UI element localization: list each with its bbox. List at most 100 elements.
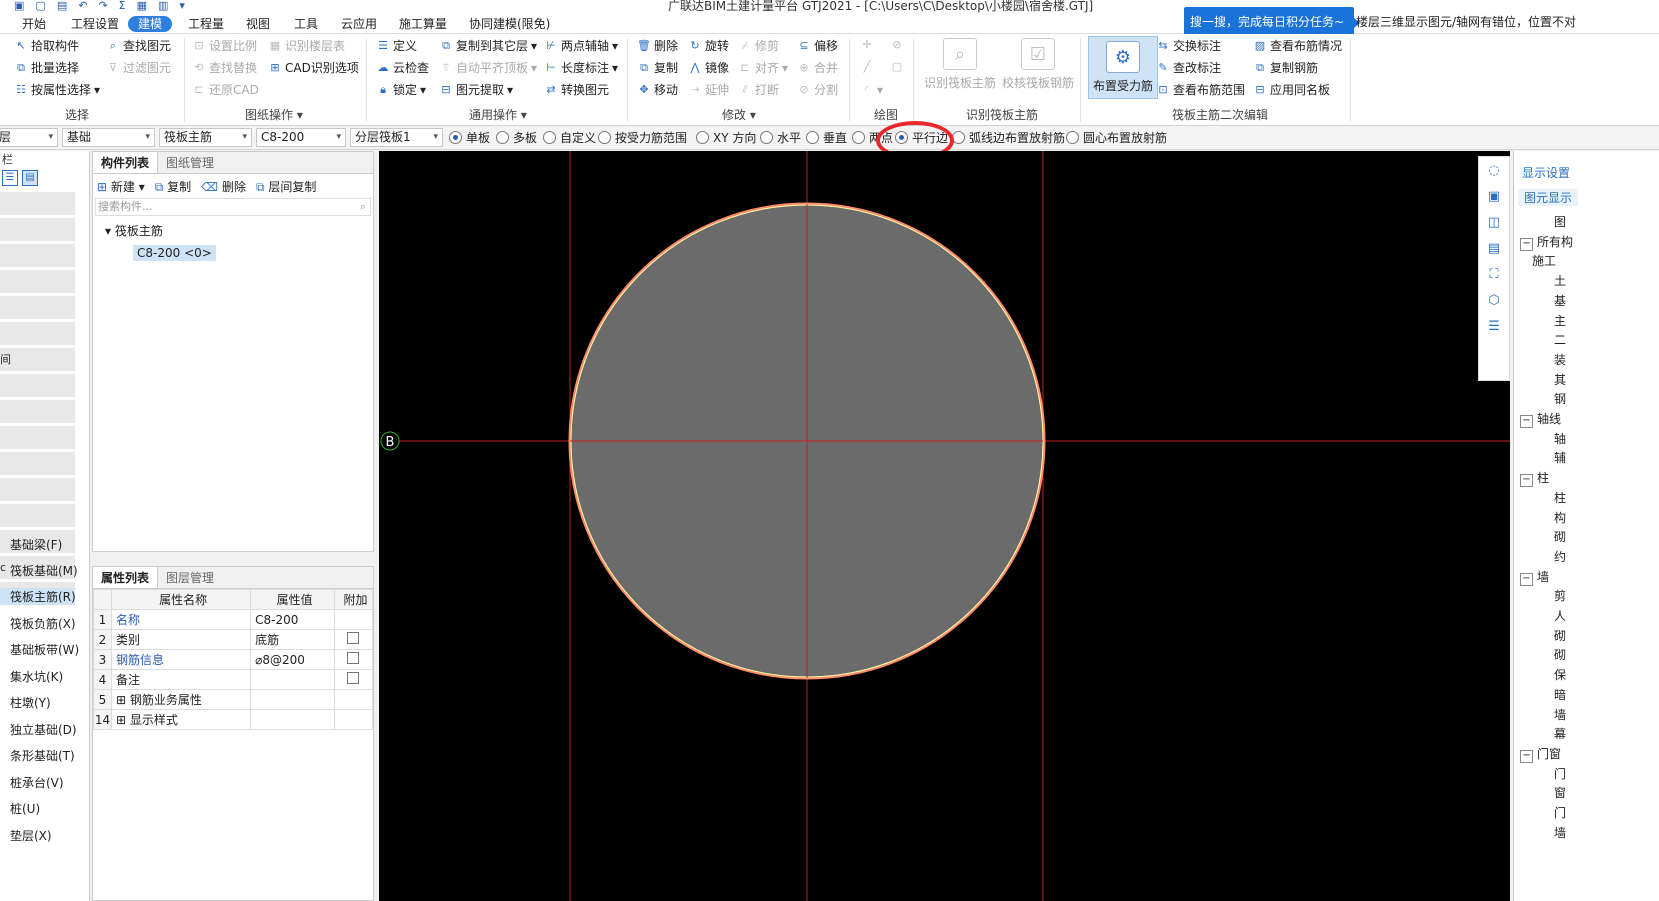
- detail-view-icon[interactable]: ▤: [22, 170, 38, 186]
- display-tree-item[interactable]: 砌: [1554, 528, 1566, 545]
- display-tree-item[interactable]: 暗: [1554, 686, 1566, 703]
- menu-start[interactable]: 开始: [22, 16, 46, 32]
- merge-button[interactable]: ⊕ 合并: [797, 60, 838, 76]
- prop-group[interactable]: ⊞ 钢筋业务属性: [110, 689, 252, 710]
- display-tree-item[interactable]: 图: [1554, 213, 1566, 230]
- convert-element-button[interactable]: ⇄ 转换图元: [544, 82, 609, 98]
- display-tree-item[interactable]: 施工: [1532, 252, 1556, 269]
- split-button[interactable]: ⊘ 分割: [797, 82, 838, 98]
- nav-item-collapsed[interactable]: [0, 192, 75, 215]
- trim-button[interactable]: ⌿ 修剪: [738, 38, 779, 54]
- draw-rect-button[interactable]: ▢: [890, 60, 904, 74]
- tab-component-list[interactable]: 构件列表: [93, 152, 159, 173]
- nav-column-pier[interactable]: 柱墩(Y): [10, 694, 51, 711]
- draw-line-button[interactable]: ╱: [860, 60, 874, 74]
- draw-arc-button[interactable]: ◜ ▾: [860, 82, 883, 98]
- select-by-attr-button[interactable]: ☷ 按属性选择 ▾: [14, 82, 100, 98]
- display-tree-item[interactable]: 约: [1554, 548, 1566, 565]
- component-type-select[interactable]: 筏板主筋: [159, 128, 252, 147]
- batch-select-button[interactable]: ⧉ 批量选择: [14, 60, 79, 76]
- mirror-button[interactable]: ⋀ 镜像: [688, 60, 729, 76]
- delete-button[interactable]: 🗑︎ 删除: [637, 38, 678, 54]
- box-view-icon[interactable]: ⬡: [1479, 287, 1509, 313]
- extend-button[interactable]: ⇢ 延伸: [688, 82, 729, 98]
- display-tree-item[interactable]: 保: [1554, 666, 1566, 683]
- expand-icon[interactable]: ⊞: [116, 693, 126, 707]
- check-raft-rebar-button[interactable]: ☑ 校核筏板钢筋: [1002, 38, 1074, 91]
- prop-group[interactable]: ⊞ 显示样式: [110, 709, 252, 730]
- table-row[interactable]: 3 钢筋信息 ⌀8@200: [93, 649, 373, 670]
- length-dimension-button[interactable]: ⊢ 长度标注 ▾: [544, 60, 618, 76]
- raft-layer-select[interactable]: 分层筏板1: [350, 128, 443, 147]
- display-tree-item[interactable]: 砌: [1554, 627, 1566, 644]
- new-icon[interactable]: ▤: [57, 0, 67, 11]
- display-tree-item[interactable]: 墙: [1554, 706, 1566, 723]
- display-tree-item[interactable]: 门: [1554, 804, 1566, 821]
- display-settings-icon[interactable]: ☰: [1479, 313, 1509, 339]
- nav-foundation-beam[interactable]: 基础梁(F): [10, 536, 62, 553]
- expand-icon[interactable]: ⊞: [116, 713, 126, 727]
- radio-xy-direction[interactable]: XY 方向: [696, 129, 756, 146]
- recognize-raft-rebar-button[interactable]: ⌕ 识别筏板主筋: [924, 38, 996, 91]
- extract-element-button[interactable]: ⊟ 图元提取 ▾: [439, 82, 513, 98]
- prop-value[interactable]: C8-200: [250, 609, 335, 630]
- menu-quantity[interactable]: 工程量: [188, 16, 224, 32]
- delete-component-button[interactable]: ⌫ 删除: [201, 178, 246, 195]
- display-tree-item[interactable]: 墙: [1554, 824, 1566, 841]
- menu-modeling[interactable]: 建模: [128, 16, 173, 32]
- filter-element-button[interactable]: ⊽ 过滤图元: [106, 60, 171, 76]
- pick-component-button[interactable]: ↖ 拾取构件: [14, 38, 79, 54]
- redo-icon[interactable]: ↷: [98, 0, 107, 11]
- floor-select[interactable]: 层: [0, 128, 58, 147]
- dropdown-icon[interactable]: ▾: [179, 0, 185, 11]
- draw-point-button[interactable]: ✛: [860, 38, 874, 52]
- display-tree-item[interactable]: 装: [1554, 351, 1566, 368]
- display-tree-item[interactable]: 门窗: [1520, 745, 1561, 763]
- display-tree-item[interactable]: 柱: [1520, 469, 1549, 487]
- nav-isolated-footing[interactable]: 独立基础(D): [10, 721, 77, 738]
- find-element-button[interactable]: ⌕ 查找图元: [106, 38, 171, 54]
- radio-by-rebar-range[interactable]: 按受力筋范围: [598, 129, 687, 146]
- two-point-axis-button[interactable]: ⊬ 两点辅轴 ▾: [544, 38, 618, 54]
- display-tree-item[interactable]: 门: [1554, 765, 1566, 782]
- tab-property-list[interactable]: 属性列表: [93, 567, 159, 588]
- auto-align-top-button[interactable]: ⫪ 自动平齐顶板 ▾: [439, 60, 537, 76]
- nav-foundation-strip[interactable]: 基础板带(W): [10, 641, 79, 658]
- display-tree-item[interactable]: 土: [1554, 272, 1566, 289]
- view-rebar-range-button[interactable]: ⊡ 查看布筋范围: [1156, 82, 1245, 98]
- grid-icon[interactable]: ▦: [137, 0, 147, 11]
- copy-component-button[interactable]: ⧉ 复制: [155, 178, 191, 195]
- radio-horizontal[interactable]: 水平: [760, 129, 801, 146]
- nav-item-collapsed[interactable]: [0, 374, 75, 397]
- nav-item-collapsed[interactable]: [0, 400, 75, 423]
- radio-custom[interactable]: 自定义: [543, 129, 596, 146]
- tree-root[interactable]: ▾ 筏板主筋: [93, 222, 373, 239]
- category-select[interactable]: 基础: [62, 128, 155, 147]
- display-tree-item[interactable]: 墙: [1520, 568, 1549, 586]
- display-tree-item[interactable]: 基: [1554, 292, 1566, 309]
- nav-item-collapsed[interactable]: [0, 270, 75, 293]
- component-search-input[interactable]: 搜索构件... ⌕: [95, 198, 371, 216]
- nav-item-collapsed[interactable]: 间: [0, 348, 75, 371]
- nav-strip-footing[interactable]: 条形基础(T): [10, 747, 75, 764]
- nav-sump-pit[interactable]: 集水坑(K): [10, 668, 63, 685]
- table-row[interactable]: 2 类别 底筋: [93, 629, 373, 650]
- radio-center-radial[interactable]: 圆心布置放射筋: [1066, 129, 1167, 146]
- place-rebar-button[interactable]: ⚙ 布置受力筋: [1088, 36, 1159, 99]
- nav-item-collapsed[interactable]: [0, 452, 75, 475]
- swap-label-button[interactable]: ⇆ 交换标注: [1156, 38, 1221, 54]
- display-tree-item[interactable]: 其: [1554, 371, 1566, 388]
- drawing-canvas[interactable]: B: [379, 151, 1510, 901]
- menu-project-settings[interactable]: 工程设置: [71, 16, 119, 32]
- nav-cushion[interactable]: 垫层(X): [10, 827, 52, 844]
- set-scale-button[interactable]: ⊡ 设置比例: [192, 38, 257, 54]
- prop-value[interactable]: ⌀8@200: [250, 649, 335, 670]
- component-select[interactable]: C8-200: [256, 128, 346, 147]
- undo-icon[interactable]: ↶: [78, 0, 87, 11]
- nav-item-collapsed[interactable]: [0, 426, 75, 449]
- view-3d-icon[interactable]: ▣: [1479, 183, 1509, 209]
- radio-vertical[interactable]: 垂直: [806, 129, 847, 146]
- cloud-check-button[interactable]: ☁ 云检查: [376, 60, 430, 76]
- find-replace-button[interactable]: ⟲ 查找替换: [192, 60, 257, 76]
- layers-icon[interactable]: ▥: [158, 0, 168, 11]
